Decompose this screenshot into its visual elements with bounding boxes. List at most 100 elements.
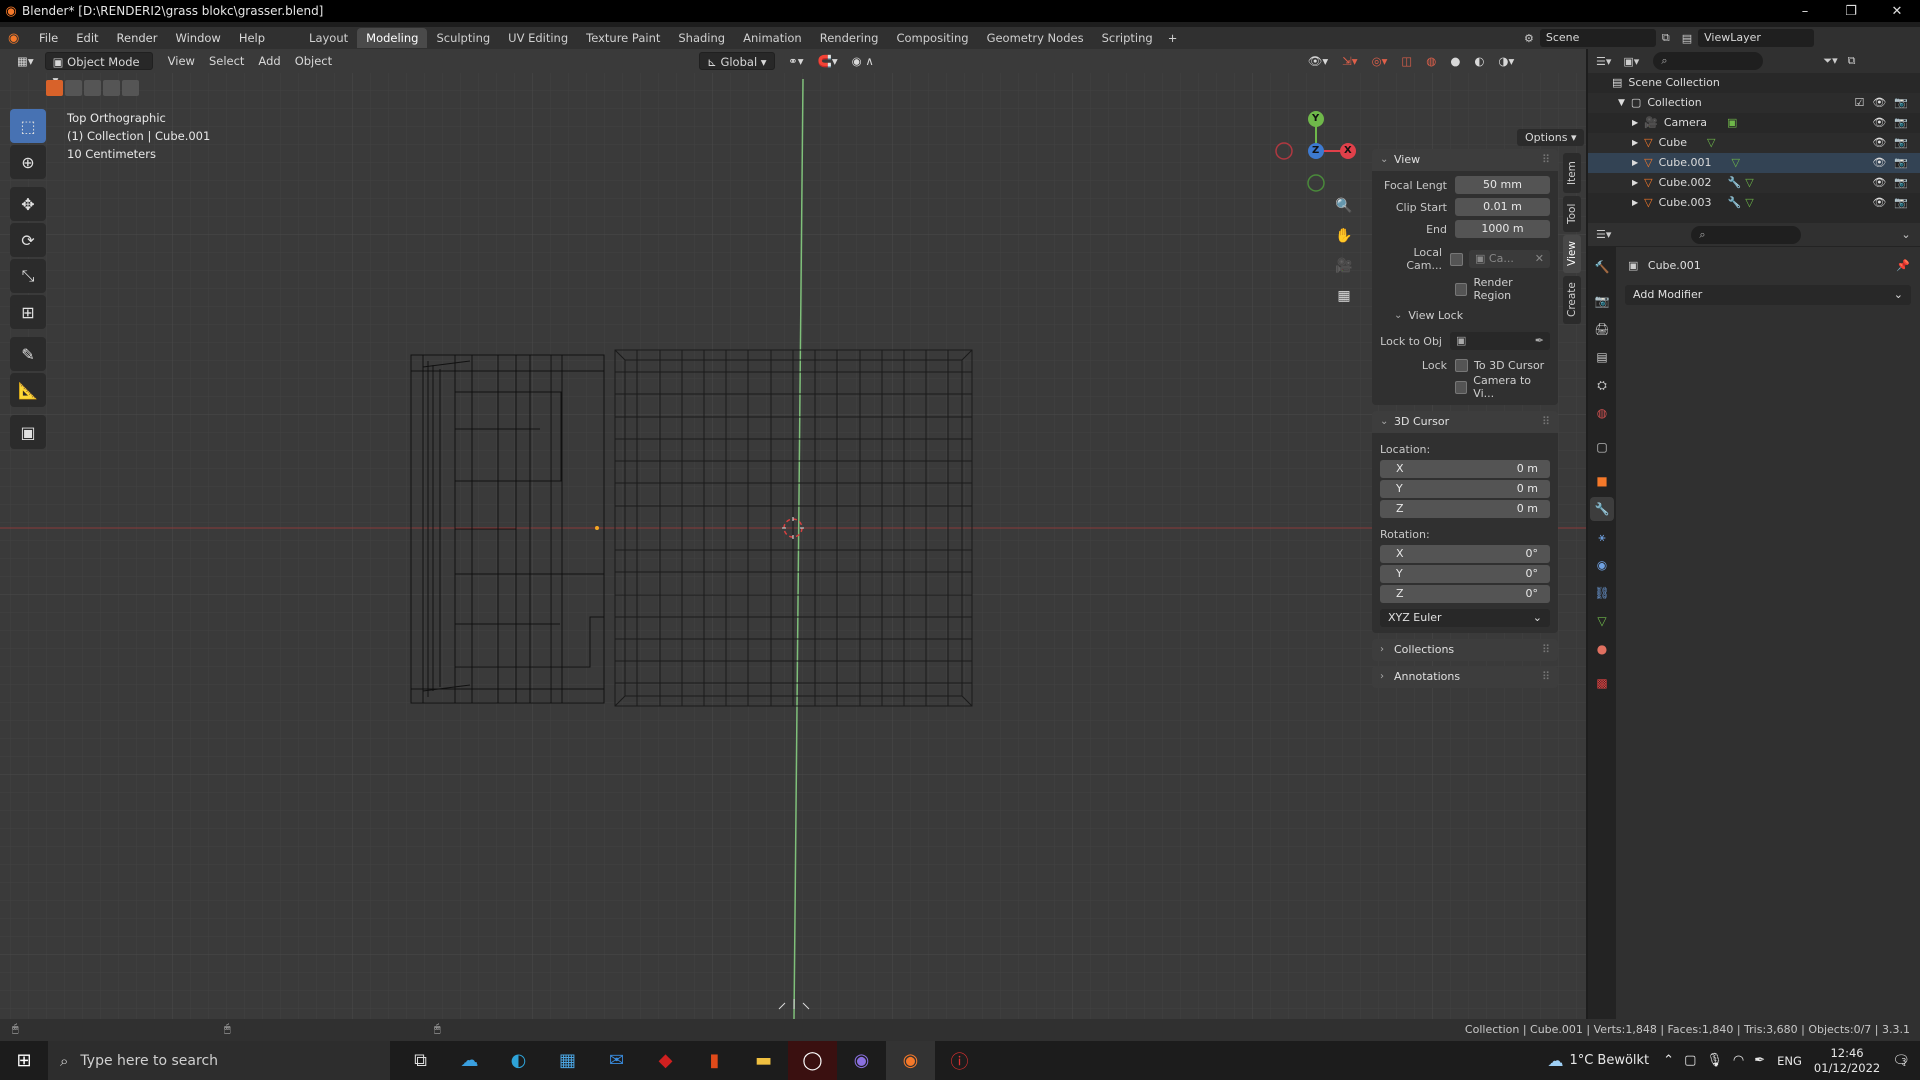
select-box-icon[interactable]: ⬚	[10, 109, 46, 143]
office-icon[interactable]: ▮	[690, 1041, 739, 1080]
outliner-search-field[interactable]: ⌕	[1653, 52, 1764, 70]
camera-render-icon[interactable]: 📷	[1894, 193, 1908, 213]
filter-icon[interactable]: ⏷▾	[1823, 54, 1837, 68]
render-properties-icon[interactable]: 📷	[1590, 289, 1614, 313]
annotate-tool-icon[interactable]: ✎	[10, 337, 46, 371]
game-app-icon[interactable]: ◆	[641, 1041, 690, 1080]
lock-to-object-field[interactable]: ▣ ✒	[1450, 332, 1550, 350]
outliner-item[interactable]: ▶ ▽ Cube.002 🔧 ▽ 👁 📷	[1588, 173, 1920, 193]
menu-object[interactable]: Object	[288, 52, 339, 70]
add-cube-tool-icon[interactable]: ▣	[10, 415, 46, 449]
select-invert-icon[interactable]	[103, 80, 120, 96]
camera-render-icon[interactable]: 📷	[1894, 113, 1908, 133]
world-properties-icon[interactable]: ◍	[1590, 401, 1614, 425]
menu-view[interactable]: View	[161, 52, 202, 70]
proportional-edit-icon[interactable]: ◉ ∧	[845, 52, 881, 70]
tab-texture-paint[interactable]: Texture Paint	[577, 28, 669, 48]
chevron-right-icon[interactable]: ▶	[1632, 173, 1638, 193]
language-indicator[interactable]: ENG	[1777, 1054, 1802, 1068]
tab-compositing[interactable]: Compositing	[887, 28, 977, 48]
tab-scripting[interactable]: Scripting	[1093, 28, 1162, 48]
tab-geometry-nodes[interactable]: Geometry Nodes	[978, 28, 1093, 48]
edge-icon[interactable]: ◐	[494, 1041, 543, 1080]
transform-tool-icon[interactable]: ⊞	[10, 295, 46, 329]
gizmo-toggle-icon[interactable]: ⇲▾	[1335, 52, 1364, 70]
taskbar-search[interactable]: ⌕ Type here to search	[48, 1041, 390, 1080]
messenger-icon[interactable]: ◉	[837, 1041, 886, 1080]
display-mode-icon[interactable]: ▣▾	[1623, 55, 1639, 68]
checkbox-icon[interactable]: ☑	[1854, 93, 1864, 113]
material-properties-icon[interactable]: ●	[1590, 637, 1614, 661]
tab-uv-editing[interactable]: UV Editing	[499, 28, 577, 48]
outliner-editor-icon[interactable]: ☰▾	[1596, 55, 1611, 68]
scene-icon[interactable]: ⚙	[1524, 32, 1534, 45]
gizmo-y-label[interactable]: Y	[1312, 113, 1319, 124]
collections-panel-header[interactable]: › Collections ⠿	[1372, 639, 1558, 661]
focal-length-field[interactable]: 50 mm	[1455, 176, 1550, 194]
collection-properties-icon[interactable]: ▢	[1590, 435, 1614, 459]
menu-render[interactable]: Render	[108, 31, 167, 45]
clear-x-icon[interactable]: ✕	[1535, 250, 1544, 268]
new-scene-icon[interactable]: ⧉	[1662, 31, 1670, 45]
notifications-icon[interactable]: 🗨 3	[1892, 1053, 1910, 1069]
opera-icon[interactable]: ◯	[788, 1041, 837, 1080]
menu-add[interactable]: Add	[251, 52, 287, 70]
zoom-icon[interactable]: 🔍	[1331, 193, 1357, 219]
options-dropdown[interactable]: Options ▾	[1517, 129, 1585, 146]
physics-properties-icon[interactable]: ◉	[1590, 553, 1614, 577]
menu-file[interactable]: File	[30, 31, 67, 45]
menu-select[interactable]: Select	[202, 52, 251, 70]
object-properties-icon[interactable]: ■	[1590, 469, 1614, 493]
menu-window[interactable]: Window	[166, 31, 229, 45]
chevron-down-icon[interactable]: ▼	[1618, 93, 1625, 113]
onedrive-icon[interactable]: ☁	[445, 1041, 494, 1080]
task-view-icon[interactable]: ⧉	[396, 1041, 445, 1080]
new-collection-icon[interactable]: ⧉	[1848, 54, 1856, 68]
location-y-field[interactable]: Y0 m	[1380, 480, 1550, 498]
tab-create[interactable]: Create	[1563, 276, 1581, 324]
gizmo-x-label[interactable]: X	[1344, 145, 1352, 156]
store-icon[interactable]: ▦	[543, 1041, 592, 1080]
drag-grip-icon[interactable]: ⠿	[1542, 411, 1550, 433]
tab-item[interactable]: Item	[1563, 153, 1581, 193]
options-chevron-icon[interactable]: ⌄	[1901, 228, 1910, 241]
render-region-checkbox[interactable]	[1455, 282, 1468, 296]
chevron-right-icon[interactable]: ▶	[1632, 153, 1638, 173]
camera-render-icon[interactable]: 📷	[1894, 153, 1908, 173]
clip-start-field[interactable]: 0.01 m	[1455, 198, 1550, 216]
eye-icon[interactable]: 👁	[1872, 93, 1886, 113]
pan-hand-icon[interactable]: ✋	[1331, 223, 1357, 249]
weather-cloud-icon[interactable]: ☁	[1547, 1051, 1563, 1070]
outliner-item[interactable]: ▶ ▽ Cube.003 🔧 ▽ 👁 📷	[1588, 193, 1920, 213]
tab-animation[interactable]: Animation	[734, 28, 811, 48]
tray-app-icon[interactable]: ▢	[1684, 1053, 1696, 1068]
location-x-field[interactable]: X0 m	[1380, 460, 1550, 478]
clip-end-field[interactable]: 1000 m	[1455, 220, 1550, 238]
close-button[interactable]: ✕	[1874, 0, 1920, 22]
constraints-properties-icon[interactable]: ⛓	[1590, 581, 1614, 605]
menu-help[interactable]: Help	[230, 31, 274, 45]
scale-tool-icon[interactable]: ⤡	[10, 259, 46, 293]
visibility-icon[interactable]: 👁▾	[1301, 52, 1335, 70]
add-modifier-dropdown[interactable]: Add Modifier ⌄	[1625, 285, 1911, 305]
info-app-icon[interactable]: ⓘ	[935, 1041, 984, 1080]
eye-icon[interactable]: 👁	[1872, 153, 1886, 173]
eyedropper-icon[interactable]: ✒	[1535, 332, 1544, 350]
modifier-properties-icon[interactable]: 🔧	[1590, 497, 1614, 521]
lock-to-3d-cursor-checkbox[interactable]	[1455, 358, 1468, 372]
tool-properties-icon[interactable]: 🔨	[1590, 255, 1614, 279]
wifi-icon[interactable]: ◠	[1733, 1053, 1744, 1068]
shading-rendered-icon[interactable]: ◑▾	[1491, 52, 1521, 70]
shading-solid-icon[interactable]: ●	[1443, 52, 1467, 70]
blender-menu-icon[interactable]: ◉	[8, 31, 30, 46]
outliner-item[interactable]: ▶ ▽ Cube ▽ 👁 📷	[1588, 133, 1920, 153]
texture-properties-icon[interactable]: ▩	[1590, 671, 1614, 695]
snap-icon[interactable]: 🧲▾	[811, 52, 845, 70]
tab-shading[interactable]: Shading	[669, 28, 734, 48]
weather-text[interactable]: 1°C Bewölkt	[1569, 1053, 1649, 1068]
tab-rendering[interactable]: Rendering	[811, 28, 888, 48]
camera-view-icon[interactable]: 🎥	[1331, 253, 1357, 279]
pivot-icon[interactable]: ⚭▾	[781, 52, 810, 70]
scene-field[interactable]: Scene	[1539, 29, 1656, 47]
properties-editor-icon[interactable]: ☰▾	[1596, 228, 1611, 241]
